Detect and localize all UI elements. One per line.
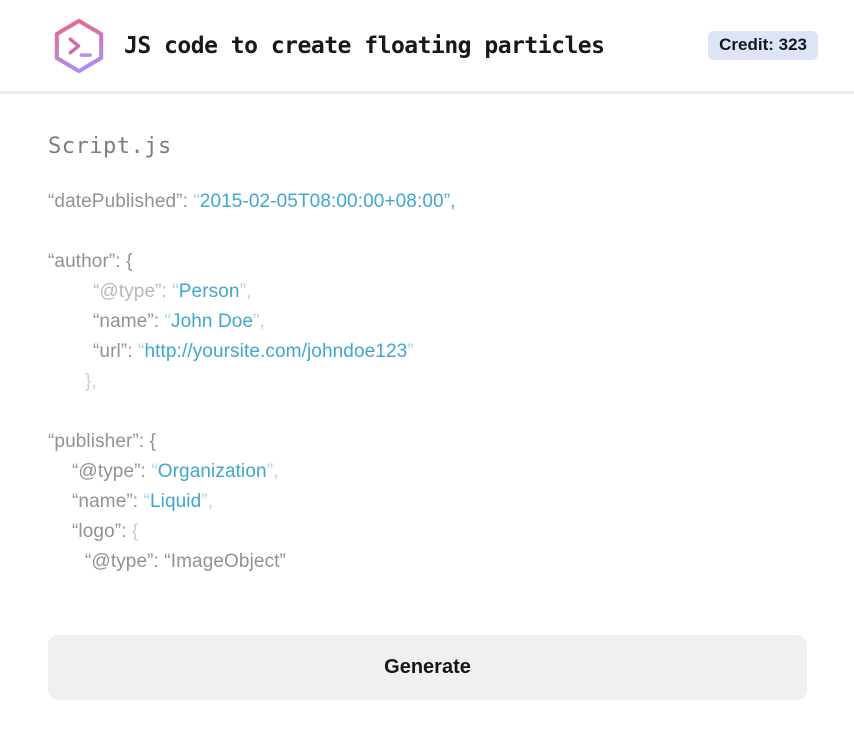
code-line: “@type”: “Organization”, [48, 457, 807, 487]
code-segment: “author”: { [48, 251, 133, 272]
terminal-hexagon-icon [52, 17, 106, 75]
code-line: “name”: “John Doe”, [48, 307, 807, 337]
code-segment: ”, [266, 461, 279, 482]
filename-heading: Script.js [48, 134, 172, 159]
code-segment: 2015-02-05T08:00:00+08:00 [199, 191, 444, 212]
code-segment: “datePublished”: [48, 191, 194, 212]
content-area: Script.js “datePublished”: “2015-02-05T0… [0, 134, 854, 700]
code-segment: “@type”: “ImageObject” [85, 551, 286, 572]
code-segment: “@type”: [93, 281, 173, 302]
code-segment: Organization [157, 461, 267, 482]
code-line: “author”: { [48, 247, 807, 277]
code-segment: “name”: [93, 311, 165, 332]
code-segment: John Doe [170, 311, 254, 332]
app-window: JS code to create floating particles Cre… [0, 0, 854, 748]
credit-badge: Credit: 323 [708, 31, 818, 60]
code-segment: “url”: [93, 341, 139, 362]
code-segment: }, [85, 371, 97, 392]
code-segment: “name”: [72, 491, 144, 512]
code-segment: ” [407, 341, 414, 362]
code-segment: ”, [239, 281, 252, 302]
code-segment: ”, [443, 191, 456, 212]
generate-button[interactable]: Generate [48, 635, 807, 700]
code-segment: “logo”: [72, 521, 132, 542]
page-title: JS code to create floating particles [124, 32, 605, 59]
code-segment: http://yoursite.com/johndoe123 [144, 341, 408, 362]
code-line: “@type”: “ImageObject” [48, 547, 807, 577]
code-line: “logo”: { [48, 517, 807, 547]
code-line: }, [48, 367, 807, 397]
code-block: “datePublished”: “2015-02-05T08:00:00+08… [48, 187, 807, 577]
code-line: “datePublished”: “2015-02-05T08:00:00+08… [48, 187, 807, 217]
code-segment: ”, [253, 311, 265, 332]
code-line: “publisher”: { [48, 427, 807, 457]
code-segment: “@type”: [72, 461, 152, 482]
code-segment: ”, [201, 491, 214, 512]
code-segment: { [131, 521, 139, 542]
code-line: “name”: “Liquid”, [48, 487, 807, 517]
code-line: “@type”: “Person”, [48, 277, 807, 307]
code-segment: Person [178, 281, 240, 302]
code-line: “url”: “http://yoursite.com/johndoe123” [48, 337, 807, 367]
code-segment: Liquid [149, 491, 202, 512]
header: JS code to create floating particles Cre… [0, 0, 854, 94]
code-segment: “publisher”: { [48, 431, 157, 452]
